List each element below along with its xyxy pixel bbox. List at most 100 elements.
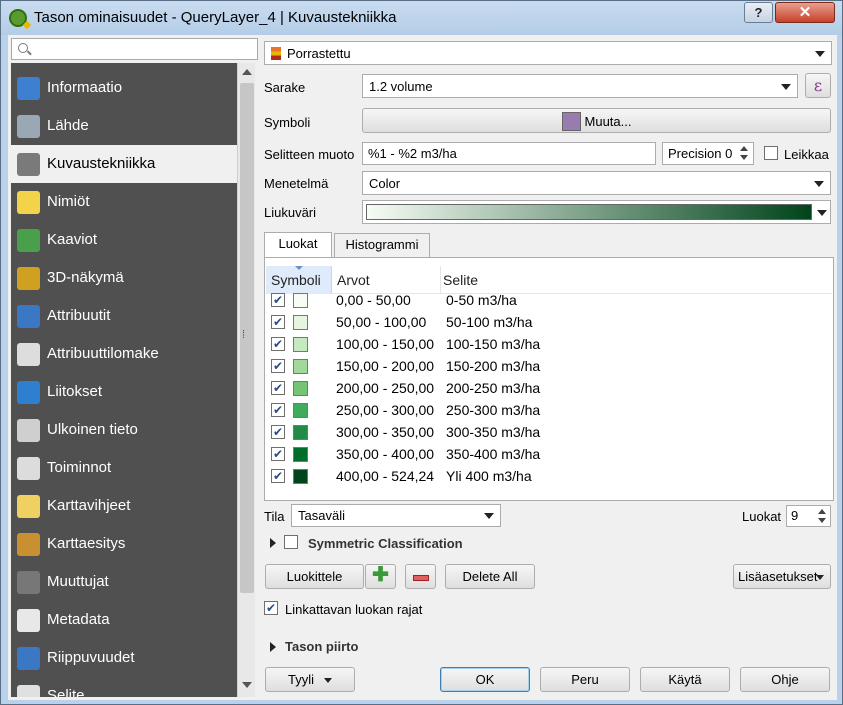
trim-checkbox[interactable]: [764, 146, 778, 160]
class-range-value[interactable]: 300,00 - 350,00: [336, 424, 434, 440]
renderer-type-select[interactable]: Porrastettu: [264, 41, 832, 65]
class-range-value[interactable]: 150,00 - 200,00: [336, 358, 434, 374]
sidebar-item-kuvaustekniikka[interactable]: Kuvaustekniikka: [11, 145, 237, 183]
legend-format-input[interactable]: %1 - %2 m3/ha: [362, 142, 656, 165]
title-bar[interactable]: Tason ominaisuudet - QueryLayer_4 | Kuva…: [1, 1, 842, 35]
sidebar-item-muuttujat[interactable]: Muuttujat: [11, 563, 237, 601]
tab-histogram[interactable]: Histogrammi: [334, 233, 430, 257]
ok-button[interactable]: OK: [440, 667, 530, 692]
class-legend-text[interactable]: 300-350 m3/ha: [446, 424, 540, 440]
table-row[interactable]: ✔ 100,00 - 150,00 100-150 m3/ha: [266, 333, 832, 355]
sidebar-item-metadata[interactable]: Metadata: [11, 601, 237, 639]
class-legend-text[interactable]: 350-400 m3/ha: [446, 446, 540, 462]
apply-button[interactable]: Käytä: [640, 667, 730, 692]
splitter-handle[interactable]: ⁞: [242, 329, 250, 341]
class-legend-text[interactable]: 100-150 m3/ha: [446, 336, 540, 352]
sidebar-item-attribuuttilomake[interactable]: Attribuuttilomake: [11, 335, 237, 373]
class-symbol-swatch[interactable]: [293, 315, 308, 330]
class-symbol-swatch[interactable]: [293, 447, 308, 462]
sidebar-item-riippuvuudet[interactable]: Riippuvuudet: [11, 639, 237, 677]
class-visible-checkbox[interactable]: ✔: [271, 403, 285, 417]
spinner-arrows-icon[interactable]: [739, 145, 751, 162]
close-window-button[interactable]: ✕: [775, 2, 835, 23]
change-symbol-button[interactable]: Muuta...: [362, 108, 831, 133]
sidebar-item-karttavihjeet[interactable]: Karttavihjeet: [11, 487, 237, 525]
class-range-value[interactable]: 200,00 - 250,00: [336, 380, 434, 396]
scroll-down-arrow-icon[interactable]: [242, 682, 252, 688]
table-row[interactable]: ✔ 350,00 - 400,00 350-400 m3/ha: [266, 443, 832, 465]
search-input[interactable]: [11, 38, 258, 60]
table-row[interactable]: ✔ 0,00 - 50,00 0-50 m3/ha: [266, 289, 832, 311]
classes-count-spinbox[interactable]: 9: [786, 505, 831, 527]
class-legend-text[interactable]: 200-250 m3/ha: [446, 380, 540, 396]
sidebar-item-nimiöt[interactable]: Nimiöt: [11, 183, 237, 221]
class-visible-checkbox[interactable]: ✔: [271, 381, 285, 395]
class-visible-checkbox[interactable]: ✔: [271, 315, 285, 329]
color-ramp-select[interactable]: [362, 200, 831, 224]
spinner-arrows-icon[interactable]: [817, 508, 829, 524]
table-row[interactable]: ✔ 400,00 - 524,24 Yli 400 m3/ha: [266, 465, 832, 487]
class-range-value[interactable]: 50,00 - 100,00: [336, 314, 426, 330]
cancel-button[interactable]: Peru: [540, 667, 630, 692]
expand-arrow-icon[interactable]: [270, 538, 276, 548]
sidebar-item-karttaesitys[interactable]: Karttaesitys: [11, 525, 237, 563]
sidebar-item-liitokset[interactable]: Liitokset: [11, 373, 237, 411]
table-row[interactable]: ✔ 150,00 - 200,00 150-200 m3/ha: [266, 355, 832, 377]
scroll-up-arrow-icon[interactable]: [242, 69, 252, 75]
precision-spinbox[interactable]: Precision 0: [662, 142, 754, 165]
sidebar-scrollbar[interactable]: [237, 63, 255, 697]
help-button[interactable]: Ohje: [740, 667, 830, 692]
help-title-button[interactable]: ?: [744, 2, 773, 23]
class-range-value[interactable]: 0,00 - 50,00: [336, 292, 411, 308]
table-row[interactable]: ✔ 250,00 - 300,00 250-300 m3/ha: [266, 399, 832, 421]
class-legend-text[interactable]: 50-100 m3/ha: [446, 314, 532, 330]
sidebar-item-toiminnot[interactable]: Toiminnot: [11, 449, 237, 487]
table-row[interactable]: ✔ 200,00 - 250,00 200-250 m3/ha: [266, 377, 832, 399]
class-symbol-swatch[interactable]: [293, 425, 308, 440]
column-header-legend[interactable]: Selite: [443, 272, 478, 288]
class-visible-checkbox[interactable]: ✔: [271, 447, 285, 461]
symmetric-checkbox[interactable]: [284, 535, 298, 549]
advanced-menu-button[interactable]: Lisäasetukset: [733, 564, 831, 589]
sidebar-item-3d-näkymä[interactable]: 3D-näkymä: [11, 259, 237, 297]
mode-select[interactable]: Tasaväli: [291, 504, 501, 527]
class-range-value[interactable]: 100,00 - 150,00: [336, 336, 434, 352]
expression-button[interactable]: ε: [805, 73, 831, 98]
sidebar-item-selite[interactable]: Selite: [11, 677, 237, 697]
class-visible-checkbox[interactable]: ✔: [271, 293, 285, 307]
column-select[interactable]: 1.2 volume: [362, 74, 798, 98]
classify-button[interactable]: Luokittele: [265, 564, 364, 589]
class-visible-checkbox[interactable]: ✔: [271, 359, 285, 373]
class-symbol-swatch[interactable]: [293, 359, 308, 374]
class-legend-text[interactable]: Yli 400 m3/ha: [446, 468, 532, 484]
class-legend-text[interactable]: 150-200 m3/ha: [446, 358, 540, 374]
tab-classes[interactable]: Luokat: [264, 232, 332, 257]
layer-rendering-section[interactable]: Tason piirto: [285, 639, 358, 654]
class-range-value[interactable]: 400,00 - 524,24: [336, 468, 434, 484]
class-symbol-swatch[interactable]: [293, 293, 308, 308]
sidebar-item-lähde[interactable]: Lähde: [11, 107, 237, 145]
class-visible-checkbox[interactable]: ✔: [271, 469, 285, 483]
method-select[interactable]: Color: [362, 171, 831, 195]
class-symbol-swatch[interactable]: [293, 381, 308, 396]
table-row[interactable]: ✔ 50,00 - 100,00 50-100 m3/ha: [266, 311, 832, 333]
class-legend-text[interactable]: 250-300 m3/ha: [446, 402, 540, 418]
sidebar-item-informaatio[interactable]: Informaatio: [11, 69, 237, 107]
class-symbol-swatch[interactable]: [293, 403, 308, 418]
expand-arrow-icon[interactable]: [270, 642, 276, 652]
link-class-bounds-checkbox[interactable]: ✔: [264, 601, 278, 615]
sidebar-item-kaaviot[interactable]: Kaaviot: [11, 221, 237, 259]
class-range-value[interactable]: 250,00 - 300,00: [336, 402, 434, 418]
style-menu-button[interactable]: Tyyli: [265, 667, 355, 692]
class-visible-checkbox[interactable]: ✔: [271, 425, 285, 439]
sidebar-item-ulkoinen-tieto[interactable]: Ulkoinen tieto: [11, 411, 237, 449]
sidebar-item-attribuutit[interactable]: Attribuutit: [11, 297, 237, 335]
table-row[interactable]: ✔ 300,00 - 350,00 300-350 m3/ha: [266, 421, 832, 443]
delete-all-button[interactable]: Delete All: [445, 564, 535, 589]
class-symbol-swatch[interactable]: [293, 337, 308, 352]
add-class-button[interactable]: ✚: [365, 564, 396, 589]
remove-class-button[interactable]: [405, 564, 436, 589]
column-header-values[interactable]: Arvot: [337, 272, 370, 288]
class-visible-checkbox[interactable]: ✔: [271, 337, 285, 351]
class-legend-text[interactable]: 0-50 m3/ha: [446, 292, 517, 308]
